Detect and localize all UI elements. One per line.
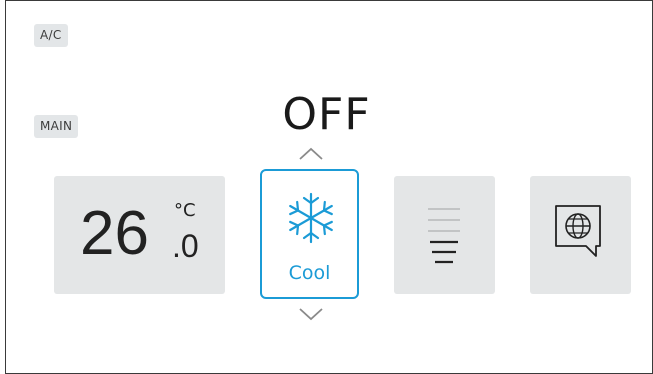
temperature-decimal: .0 <box>172 228 199 264</box>
mode-cool-button[interactable]: Cool <box>260 169 359 299</box>
snowflake-icon <box>289 192 333 244</box>
temperature-button[interactable]: 26 °C .0 <box>54 176 225 294</box>
power-status: OFF <box>282 89 371 140</box>
chevron-up-icon[interactable] <box>298 146 324 162</box>
chevron-down-icon[interactable] <box>298 306 324 322</box>
language-button[interactable] <box>530 176 631 294</box>
fan-speed-button[interactable] <box>394 176 495 294</box>
temperature-unit: °C <box>174 200 196 221</box>
fan-speed-icon <box>428 208 460 264</box>
globe-icon <box>555 205 601 257</box>
temperature-integer: 26 <box>80 199 149 268</box>
mode-label: Cool <box>288 262 331 284</box>
ac-tag: A/C <box>34 24 68 47</box>
